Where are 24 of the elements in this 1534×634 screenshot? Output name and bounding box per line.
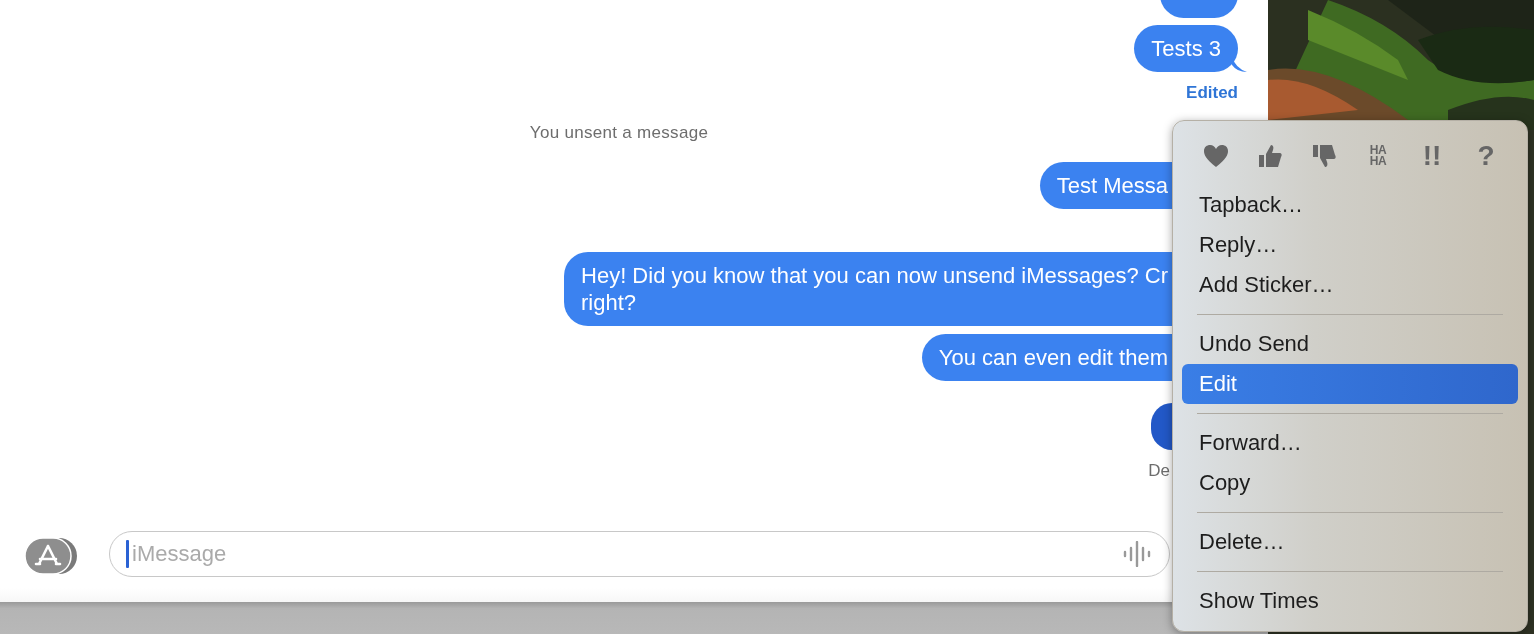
menu-item[interactable]: Undo Send [1182, 324, 1518, 364]
menu-item[interactable]: Show Times [1182, 581, 1518, 621]
delivery-status: De [1148, 460, 1170, 482]
tapback-glyph[interactable]: !! [1417, 141, 1447, 171]
menu-item[interactable]: Forward… [1182, 423, 1518, 463]
menu-item[interactable]: Delete… [1182, 522, 1518, 562]
haha-tapback[interactable]: HA HA [1363, 141, 1393, 171]
menu-item[interactable]: Copy [1182, 463, 1518, 503]
message-bubble[interactable]: Hey! Did you know that you can now unsend iMessages? Cr right? [564, 252, 1172, 326]
menu-item[interactable]: Add Sticker… [1182, 265, 1518, 305]
tapback-glyph[interactable]: ? [1471, 141, 1501, 171]
text-cursor [126, 540, 129, 568]
message-bubble[interactable]: Tests 3 [1134, 25, 1238, 72]
audio-wave-icon[interactable] [1123, 541, 1153, 567]
message-bubble[interactable]: You can even edit them [921, 334, 1172, 381]
edited-label[interactable]: Edited [1186, 82, 1238, 104]
menu-item[interactable]: Reply… [1182, 225, 1518, 265]
message-field[interactable]: iMessage [109, 531, 1170, 577]
app-store-button[interactable] [25, 538, 77, 574]
menu-item[interactable]: Tapback… [1182, 185, 1518, 225]
menu-item[interactable]: Edit [1182, 364, 1518, 404]
unsent-notice: You unsent a message [529, 122, 709, 144]
message-bubble[interactable]: Test Messa [1039, 162, 1172, 209]
message-bubble[interactable] [1151, 403, 1172, 450]
